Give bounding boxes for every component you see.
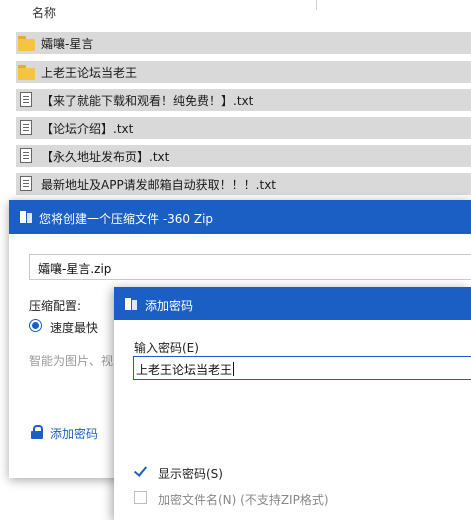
file-name: 【论坛介绍】.txt xyxy=(41,121,134,136)
file-row-folder-2[interactable]: 上老王论坛当老王 xyxy=(16,61,471,83)
archive-name-value: 孀嚷-星言.zip xyxy=(38,262,112,276)
folder-icon xyxy=(18,63,36,81)
zip-app-icon xyxy=(125,297,139,311)
text-file-icon xyxy=(18,175,36,193)
password-dialog-title: 添加密码 xyxy=(145,299,194,313)
file-row-folder-1[interactable]: 孀嚷-星言 xyxy=(16,32,471,54)
dialog-title: 您将创建一个压缩文件 -360 Zip xyxy=(39,212,214,226)
file-row-txt-1[interactable]: 【来了就能下载和观看！纯免费！】.txt xyxy=(16,89,471,111)
show-password-label[interactable]: 显示密码(S) xyxy=(158,465,223,482)
checkmark-icon xyxy=(133,463,148,477)
speed-fastest-label[interactable]: 速度最快 xyxy=(50,319,98,336)
password-value: 上老王论坛当老王 xyxy=(136,363,233,377)
compression-config-label: 压缩配置: xyxy=(29,299,82,313)
file-row-txt-4[interactable]: 最新地址及APP请发邮箱自动获取！！！.txt xyxy=(16,173,471,195)
file-row-txt-3[interactable]: 【永久地址发布页】.txt xyxy=(16,145,471,167)
file-name: 最新地址及APP请发邮箱自动获取！！！.txt xyxy=(41,177,277,192)
file-name: 孀嚷-星言 xyxy=(41,36,94,51)
encrypt-filenames-label[interactable]: 加密文件名(N) (不支持ZIP格式) xyxy=(158,491,329,508)
lock-icon[interactable] xyxy=(30,425,44,439)
zip-app-icon xyxy=(20,210,34,224)
add-password-link[interactable]: 添加密码 xyxy=(50,425,98,442)
add-password-dialog: 添加密码 输入密码(E) 上老王论坛当老王 显示密码(S) 加密文件名(N) (… xyxy=(114,287,471,520)
file-name: 【永久地址发布页】.txt xyxy=(41,149,170,164)
smart-compression-text: 智能为图片、视 xyxy=(29,354,114,368)
password-dialog-titlebar[interactable]: 添加密码 xyxy=(114,287,471,320)
password-input[interactable]: 上老王论坛当老王 xyxy=(133,356,471,380)
text-file-icon xyxy=(18,147,36,165)
password-label: 输入密码(E) xyxy=(134,341,199,355)
file-row-txt-2[interactable]: 【论坛介绍】.txt xyxy=(16,117,471,139)
folder-icon xyxy=(18,34,36,52)
show-password-checkbox[interactable] xyxy=(133,463,148,478)
text-file-icon xyxy=(18,91,36,109)
column-separator[interactable] xyxy=(316,0,317,10)
speed-fastest-radio[interactable] xyxy=(29,319,42,332)
encrypt-filenames-checkbox[interactable] xyxy=(134,491,147,504)
archive-name-input[interactable]: 孀嚷-星言.zip xyxy=(29,254,471,280)
text-file-icon xyxy=(18,119,36,137)
file-name: 上老王论坛当老王 xyxy=(41,65,138,80)
file-name: 【来了就能下载和观看！纯免费！】.txt xyxy=(41,93,254,108)
column-header-name[interactable]: 名称 xyxy=(32,4,56,21)
dialog-titlebar[interactable]: 您将创建一个压缩文件 -360 Zip xyxy=(9,200,471,234)
text-caret xyxy=(233,362,235,376)
